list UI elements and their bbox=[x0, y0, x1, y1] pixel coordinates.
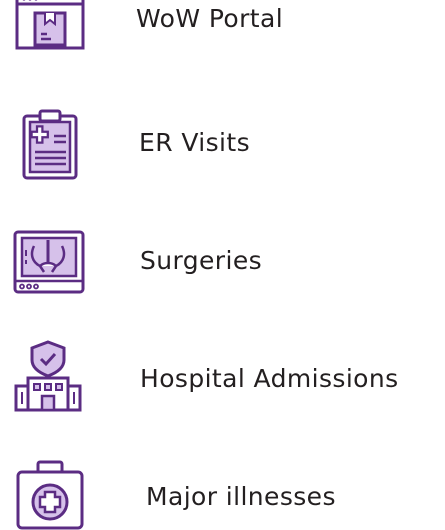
list-item-er-visits: ER Visits bbox=[0, 108, 445, 180]
list-item-hospital-admissions: Hospital Admissions bbox=[0, 340, 445, 412]
xray-monitor-icon bbox=[12, 228, 85, 300]
medical-clipboard-icon bbox=[14, 108, 86, 180]
hospital-building-icon bbox=[12, 340, 84, 412]
list-item-label: ER Visits bbox=[139, 128, 251, 157]
browser-window-icon bbox=[14, 0, 86, 52]
list-item-label: Hospital Admissions bbox=[140, 364, 399, 393]
list-item-major-illnesses: Major illnesses bbox=[0, 458, 445, 530]
list-item-label: Major illnesses bbox=[146, 482, 336, 511]
list-item-surgeries: Surgeries bbox=[0, 228, 445, 298]
list-item-wow-portal: WoW Portal bbox=[0, 0, 445, 70]
list-item-label: WoW Portal bbox=[136, 4, 284, 33]
list-item-label: Surgeries bbox=[140, 246, 263, 275]
first-aid-kit-icon bbox=[14, 458, 86, 530]
